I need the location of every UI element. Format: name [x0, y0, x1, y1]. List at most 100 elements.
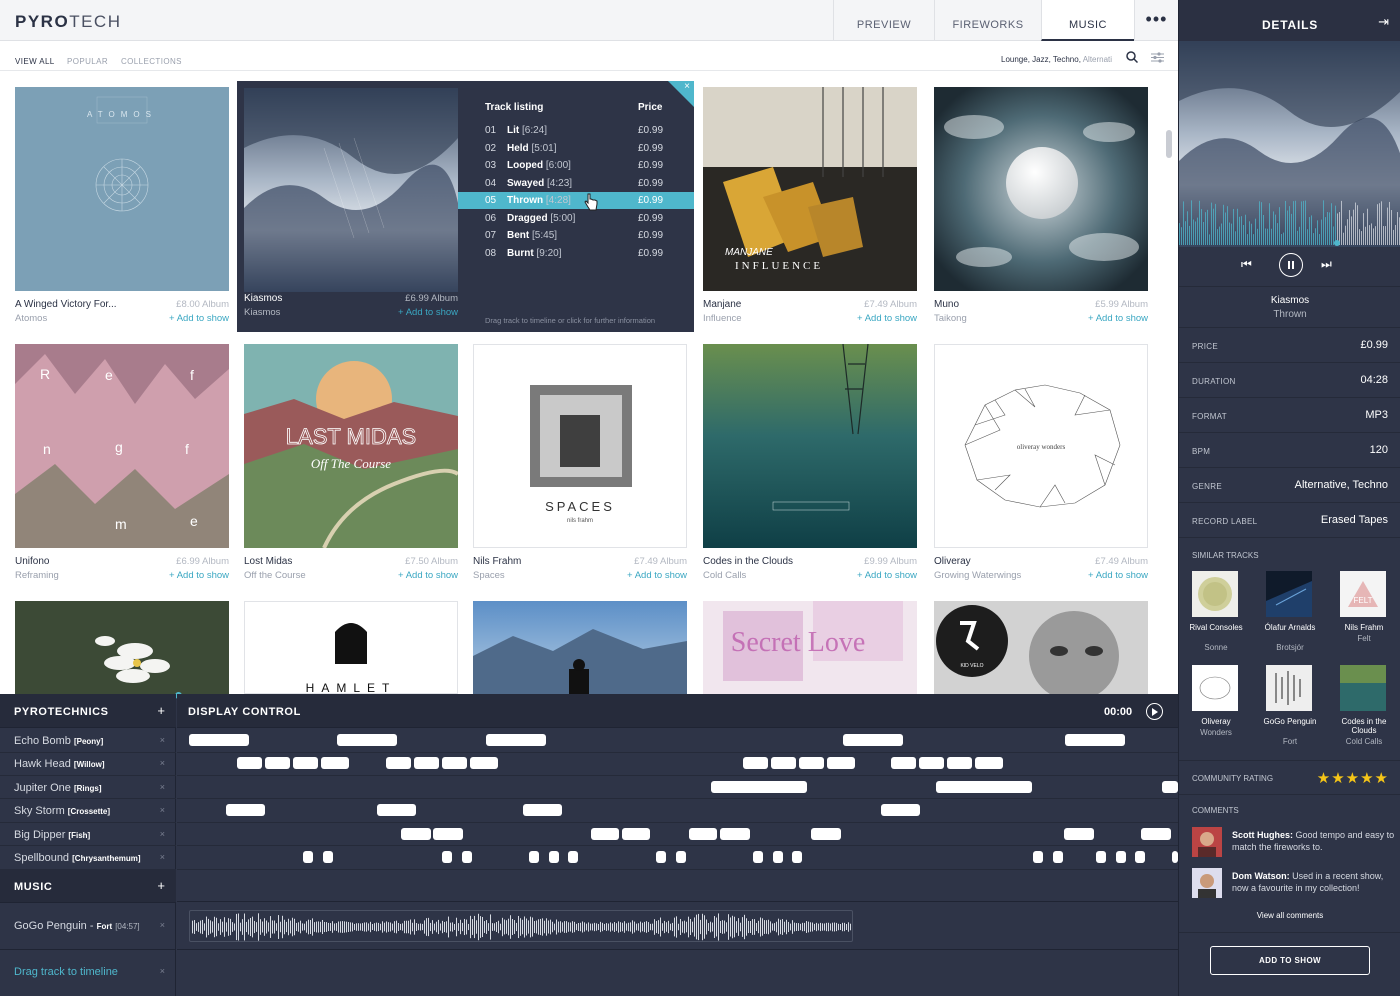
- avatar[interactable]: [1192, 868, 1222, 898]
- track-row[interactable]: 03 Looped [6:00] £0.99: [458, 157, 694, 174]
- firework-cue-block[interactable]: [1162, 780, 1178, 793]
- album-cover[interactable]: HAMLET: [244, 601, 458, 694]
- firework-cue-block[interactable]: [442, 757, 467, 770]
- firework-cue-block[interactable]: [237, 757, 262, 770]
- remove-pyrotechnic-button[interactable]: ×: [160, 782, 165, 792]
- view-all-comments-link[interactable]: View all comments: [1179, 911, 1400, 920]
- firework-cue-block[interactable]: [711, 780, 807, 793]
- album-cover[interactable]: ATOMOS: [15, 87, 229, 291]
- firework-cue-block[interactable]: [414, 757, 439, 770]
- firework-cue-block[interactable]: [1033, 851, 1043, 863]
- pyrotechnic-row[interactable]: Sky Storm [Crossette] ×: [0, 799, 176, 823]
- track-row[interactable]: 06 Dragged [5:00] £0.99: [458, 210, 694, 227]
- firework-cue-block[interactable]: [720, 827, 750, 840]
- firework-cue-block[interactable]: [792, 851, 802, 863]
- add-to-show-button[interactable]: ADD TO SHOW: [1210, 946, 1370, 975]
- album-cover[interactable]: LAST MIDAS Off The Course: [244, 344, 458, 548]
- similar-track-thumbnail[interactable]: [1266, 571, 1312, 617]
- add-to-show-link[interactable]: + Add to show: [857, 313, 917, 324]
- firework-cue-block[interactable]: [656, 851, 666, 863]
- firework-lane[interactable]: [177, 799, 1178, 823]
- firework-cue-block[interactable]: [462, 851, 472, 863]
- firework-lane[interactable]: [177, 823, 1178, 847]
- similar-track-thumbnail[interactable]: FELT: [1340, 571, 1386, 617]
- firework-cue-block[interactable]: [975, 757, 1003, 770]
- track-row[interactable]: 04 Swayed [4:23] £0.99: [458, 175, 694, 192]
- track-row[interactable]: 08 Burnt [9:20] £0.99: [458, 245, 694, 262]
- add-to-show-link[interactable]: + Add to show: [1088, 570, 1148, 581]
- firework-cue-block[interactable]: [321, 757, 349, 770]
- remove-track-button[interactable]: ×: [160, 920, 165, 930]
- similar-track-thumbnail[interactable]: [1192, 665, 1238, 711]
- drag-track-row[interactable]: Drag track to timeline ×: [0, 951, 176, 996]
- firework-cue-block[interactable]: [189, 734, 249, 746]
- firework-cue-block[interactable]: [843, 734, 903, 746]
- firework-cue-block[interactable]: [523, 804, 562, 817]
- add-to-show-link[interactable]: + Add to show: [857, 570, 917, 581]
- similar-track-thumbnail[interactable]: [1192, 571, 1238, 617]
- firework-cue-block[interactable]: [622, 827, 650, 840]
- firework-cue-block[interactable]: [1116, 851, 1126, 863]
- next-icon[interactable]: ⏭: [1321, 257, 1332, 272]
- firework-cue-block[interactable]: [386, 757, 411, 770]
- previous-icon[interactable]: ⏮: [1241, 257, 1252, 272]
- album-cover[interactable]: SPACES nils frahm: [473, 344, 687, 548]
- subtab-collections[interactable]: COLLECTIONS: [121, 57, 182, 66]
- firework-cue-block[interactable]: [936, 780, 1032, 793]
- music-track-row[interactable]: GoGo Penguin - Fort [04:57] ×: [0, 903, 176, 950]
- grid-scrollbar[interactable]: [1166, 130, 1172, 158]
- album-cover[interactable]: oliveray wonders: [934, 344, 1148, 548]
- tab-fireworks[interactable]: FIREWORKS: [934, 0, 1041, 41]
- firework-cue-block[interactable]: [1096, 851, 1106, 863]
- firework-cue-block[interactable]: [771, 757, 796, 770]
- firework-cue-block[interactable]: [1135, 851, 1145, 863]
- firework-cue-block[interactable]: [1053, 851, 1063, 863]
- add-pyrotechnic-button[interactable]: +: [157, 703, 165, 718]
- firework-cue-block[interactable]: [442, 851, 452, 863]
- firework-cue-block[interactable]: [401, 827, 431, 840]
- album-cover[interactable]: KID VELO: [934, 601, 1148, 694]
- remove-pyrotechnic-button[interactable]: ×: [160, 758, 165, 768]
- album-cover[interactable]: MANJANE INFLUENCE: [703, 87, 917, 291]
- add-music-button[interactable]: +: [157, 878, 165, 893]
- firework-cue-block[interactable]: [549, 851, 559, 863]
- album-cover[interactable]: [244, 88, 458, 292]
- genre-filter-input[interactable]: Lounge, Jazz, Techno, Alternati: [1001, 55, 1112, 64]
- pause-icon[interactable]: [1279, 253, 1303, 277]
- firework-cue-block[interactable]: [827, 757, 855, 770]
- remove-pyrotechnic-button[interactable]: ×: [160, 735, 165, 745]
- avatar[interactable]: [1192, 827, 1222, 857]
- firework-cue-block[interactable]: [377, 804, 416, 817]
- add-to-show-link[interactable]: + Add to show: [627, 570, 687, 581]
- album-cover[interactable]: [934, 87, 1148, 291]
- firework-cue-block[interactable]: [1141, 827, 1171, 840]
- firework-cue-block[interactable]: [799, 757, 824, 770]
- firework-cue-block[interactable]: [891, 757, 916, 770]
- track-row[interactable]: 05 Thrown [4:28] £0.99: [458, 192, 694, 209]
- pyrotechnic-row[interactable]: Spellbound [Chrysanthemum] ×: [0, 846, 176, 870]
- similar-track-thumbnail[interactable]: [1266, 665, 1312, 711]
- firework-cue-block[interactable]: [323, 851, 333, 863]
- album-cover[interactable]: [473, 601, 687, 694]
- firework-cue-block[interactable]: [753, 851, 763, 863]
- more-menu-icon[interactable]: •••: [1134, 0, 1178, 41]
- album-cover[interactable]: Re f n g f m e: [15, 344, 229, 548]
- firework-cue-block[interactable]: [337, 734, 397, 746]
- add-to-show-link[interactable]: + Add to show: [398, 307, 458, 318]
- star-rating-icon[interactable]: ★★★★★: [1317, 769, 1389, 787]
- firework-cue-block[interactable]: [1064, 827, 1094, 840]
- firework-cue-block[interactable]: [947, 757, 972, 770]
- add-to-show-link[interactable]: + Add to show: [169, 570, 229, 581]
- firework-lane[interactable]: [177, 729, 1178, 753]
- firework-lane[interactable]: [177, 846, 1178, 870]
- firework-cue-block[interactable]: [743, 757, 768, 770]
- remove-pyrotechnic-button[interactable]: ×: [160, 852, 165, 862]
- tab-preview[interactable]: PREVIEW: [833, 0, 934, 41]
- add-to-show-link[interactable]: + Add to show: [398, 570, 458, 581]
- firework-cue-block[interactable]: [811, 827, 841, 840]
- firework-cue-block[interactable]: [433, 827, 463, 840]
- album-cover[interactable]: Secret Love: [703, 601, 917, 694]
- album-cover[interactable]: [703, 344, 917, 548]
- track-row[interactable]: 02 Held [5:01] £0.99: [458, 140, 694, 157]
- pyrotechnic-row[interactable]: Big Dipper [Fish] ×: [0, 823, 176, 847]
